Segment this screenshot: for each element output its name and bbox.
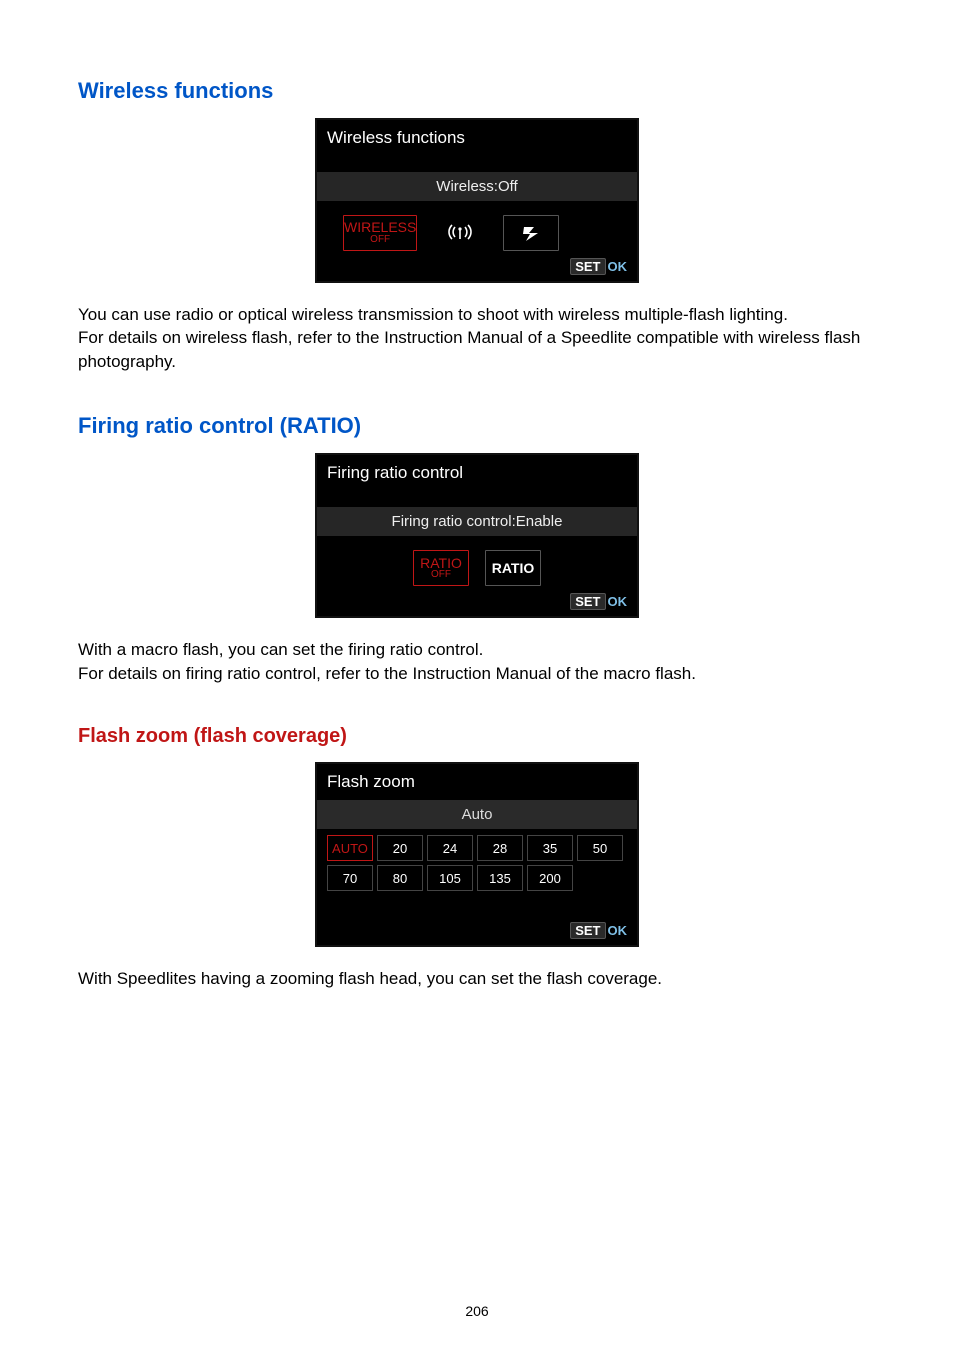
set-label: SET [570,258,605,275]
set-ok-button[interactable]: SET OK [570,258,627,275]
lcd-status: Auto [317,800,637,829]
zoom-row-1: AUTO 20 24 28 35 50 [327,835,627,861]
option-wireless-off[interactable]: WIRELESS OFF [343,215,417,251]
option-label-line2: OFF [370,235,390,246]
zoom-option-35[interactable]: 35 [527,835,573,861]
lcd-title: Flash zoom [317,764,637,800]
set-ok-button[interactable]: SET OK [570,922,627,939]
radio-icon [446,222,474,245]
option-label-line1: WIRELESS [344,220,416,235]
set-ok-button[interactable]: SET OK [570,593,627,610]
option-ratio-on[interactable]: RATIO [485,550,541,586]
zoom-option-80[interactable]: 80 [377,865,423,891]
lcd-wireless: Wireless functions Wireless:Off WIRELESS… [315,118,639,283]
zoom-row-2: 70 80 105 135 200 [327,865,627,891]
ok-label: OK [608,259,628,274]
page-number: 206 [0,1303,954,1319]
heading-flash-zoom: Flash zoom (flash coverage) [78,725,876,748]
lcd-title: Wireless functions [317,120,637,172]
option-label: RATIO [492,561,535,576]
zoom-option-28[interactable]: 28 [477,835,523,861]
ok-label: OK [608,594,628,609]
option-wireless-optical[interactable] [503,215,559,251]
option-wireless-radio[interactable] [433,216,487,250]
lcd-title: Firing ratio control [317,455,637,507]
zoom-option-20[interactable]: 20 [377,835,423,861]
wireless-description: You can use radio or optical wireless tr… [78,303,876,373]
lcd-status: Firing ratio control:Enable [317,507,637,536]
lcd-status: Wireless:Off [317,172,637,201]
ok-label: OK [608,923,628,938]
set-label: SET [570,922,605,939]
zoom-option-70[interactable]: 70 [327,865,373,891]
zoom-option-24[interactable]: 24 [427,835,473,861]
option-ratio-off[interactable]: RATIO OFF [413,550,469,586]
lightning-icon [521,223,541,243]
set-label: SET [570,593,605,610]
heading-wireless-functions: Wireless functions [78,78,876,104]
zoom-option-200[interactable]: 200 [527,865,573,891]
zoom-option-50[interactable]: 50 [577,835,623,861]
option-label-line1: RATIO [420,556,462,571]
zoom-option-135[interactable]: 135 [477,865,523,891]
ratio-description: With a macro flash, you can set the firi… [78,638,876,685]
zoom-description: With Speedlites having a zooming flash h… [78,967,876,990]
zoom-option-105[interactable]: 105 [427,865,473,891]
option-label-line2: OFF [431,570,451,581]
lcd-firing-ratio: Firing ratio control Firing ratio contro… [315,453,639,618]
lcd-flash-zoom: Flash zoom Auto AUTO 20 24 28 35 50 70 8… [315,762,639,947]
zoom-option-auto[interactable]: AUTO [327,835,373,861]
heading-firing-ratio: Firing ratio control (RATIO) [78,413,876,439]
